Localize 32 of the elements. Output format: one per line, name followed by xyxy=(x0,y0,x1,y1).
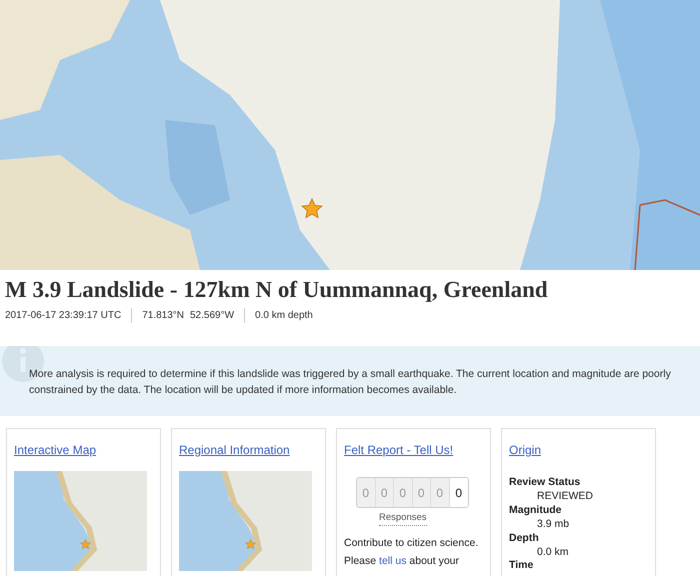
star-marker-icon xyxy=(80,539,91,550)
field-label: Depth xyxy=(509,531,540,545)
card-title-link[interactable]: Felt Report - Tell Us! xyxy=(344,441,483,459)
map-thumbnail[interactable] xyxy=(14,471,147,571)
card-title-link[interactable]: Interactive Map xyxy=(14,441,153,459)
field-value: REVIEWED xyxy=(536,489,594,503)
field-value: 0.0 km xyxy=(536,545,570,559)
card-title-link[interactable]: Regional Information xyxy=(179,441,318,459)
counter-digit: 0 xyxy=(450,478,468,507)
counter-digit: 0 xyxy=(376,478,394,507)
notice-text: More analysis is required to determine if this landslide was triggered by a small earthquake. The current location and magnitude are poorly constrained by the data. The location will be updated if more information becomes available. xyxy=(29,367,671,398)
star-marker-icon xyxy=(301,198,323,220)
field-value: 3.9 mb xyxy=(536,517,570,531)
counter-digit: 0 xyxy=(431,478,450,507)
responses-caption: Responses xyxy=(379,511,427,526)
event-title: M 3.9 Landslide - 127km N of Uummannaq, Greenland xyxy=(5,276,549,304)
star-marker-icon xyxy=(245,539,256,550)
field-label: Review Status xyxy=(509,475,582,489)
tell-us-prompt: Please tell us about your xyxy=(344,555,460,567)
map-thumbnail[interactable] xyxy=(179,471,312,571)
event-latitude: 71.813°N xyxy=(141,309,184,323)
field-label: Time xyxy=(509,559,534,571)
counter-digit: 0 xyxy=(412,478,431,507)
citizen-science-text: Contribute to citizen science. xyxy=(344,536,480,552)
card-title-link[interactable]: Origin xyxy=(509,441,648,459)
field-label: Magnitude xyxy=(509,503,562,517)
counter-digit: 0 xyxy=(394,478,412,507)
tell-us-link[interactable]: tell us xyxy=(379,555,406,567)
event-longitude: 52.569°W xyxy=(184,308,246,323)
counter-digit: 0 xyxy=(357,478,376,507)
event-time: 2017-06-17 23:39:17 UTC xyxy=(5,308,132,323)
event-depth: 0.0 km depth xyxy=(254,309,313,323)
